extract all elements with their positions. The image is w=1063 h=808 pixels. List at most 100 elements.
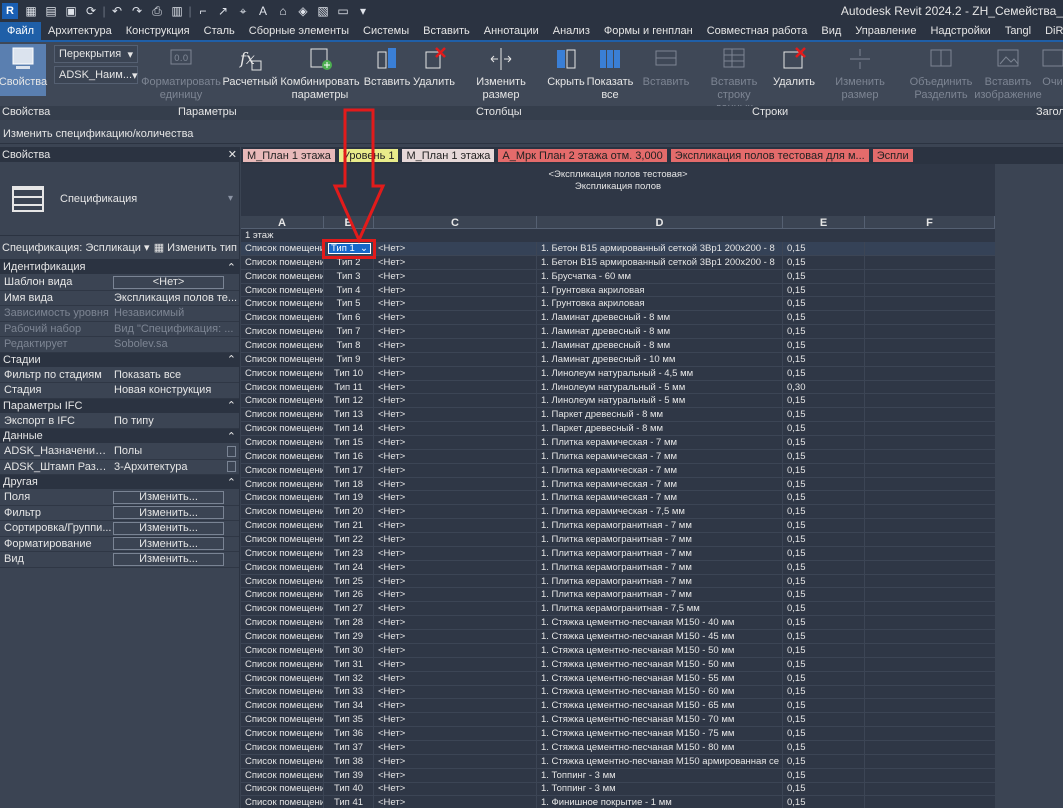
table-cell[interactable]: Тип 11 <box>324 380 374 394</box>
table-row[interactable]: Список помещени Тип 38 <Нет> 1. Стяжка цеме… <box>241 754 995 769</box>
table-row[interactable]: Список помещени Тип 32 <Нет> 1. Стяжка цеме… <box>241 671 995 686</box>
resize-row-button[interactable]: Изменить размер <box>816 44 904 102</box>
table-cell[interactable]: <Нет> <box>374 269 537 283</box>
table-cell[interactable]: 1. Плитка керамогранитная - 7 мм <box>537 560 783 574</box>
table-cell[interactable] <box>865 408 995 421</box>
property-group-header[interactable]: Идентификация ⌃ <box>0 260 239 275</box>
table-cell[interactable]: 0,15 <box>783 297 865 311</box>
table-cell[interactable]: 0,15 <box>783 463 865 477</box>
menu-0[interactable]: Файл <box>0 22 42 40</box>
table-cell[interactable]: 1. Плитка керамогранитная - 7 мм <box>537 533 783 546</box>
clear-cell-button[interactable]: Очи <box>1042 44 1063 89</box>
table-cell[interactable]: <Нет> <box>374 546 537 560</box>
table-cell[interactable] <box>865 602 995 615</box>
property-group-header[interactable]: Другая ⌃ <box>0 475 239 490</box>
table-cell[interactable]: 1. Ламинат древесный - 8 мм <box>537 311 783 325</box>
table-cell[interactable]: Список помещени <box>241 740 324 754</box>
table-cell[interactable]: 1. Плитка керамогранитная - 7,5 мм <box>537 602 783 616</box>
table-cell[interactable]: 1. Стяжка цементно-песчаная М150 - 45 мм <box>537 630 783 643</box>
table-cell[interactable]: <Нет> <box>374 505 537 519</box>
table-cell[interactable]: Список помещени <box>241 671 324 685</box>
revit-logo[interactable]: R <box>2 3 18 19</box>
property-edit-button[interactable]: Изменить... <box>113 521 224 535</box>
table-cell[interactable]: Список помещени <box>241 242 324 255</box>
menu-2[interactable]: Конструкция <box>119 22 197 40</box>
table-cell[interactable]: <Нет> <box>374 643 537 657</box>
table-cell[interactable]: Список помещени <box>241 380 324 394</box>
table-cell[interactable]: 1. Финишное покрытие - 1 мм <box>537 796 783 808</box>
table-cell[interactable] <box>865 630 995 643</box>
thin-lines-icon[interactable]: ▧ <box>313 0 333 22</box>
table-cell[interactable]: 0,15 <box>783 630 865 643</box>
table-cell[interactable]: <Нет> <box>374 796 537 808</box>
table-cell[interactable] <box>865 796 995 808</box>
table-cell[interactable]: Тип 23 <box>324 546 374 560</box>
table-cell[interactable]: 0,15 <box>783 339 865 352</box>
table-cell[interactable] <box>865 588 995 601</box>
menu-4[interactable]: Сборные элементы <box>242 22 356 40</box>
collapse-icon[interactable]: ⌃ <box>227 353 236 366</box>
table-cell[interactable]: Список помещени <box>241 325 324 339</box>
table-cell[interactable] <box>865 297 995 310</box>
table-cell[interactable]: Тип 15 <box>324 436 374 449</box>
table-cell[interactable]: 0,15 <box>783 699 865 713</box>
combine-parameters-button[interactable]: Комбинировать параметры <box>280 44 360 102</box>
table-cell[interactable] <box>865 339 995 352</box>
table-cell[interactable]: 1. Стяжка цементно-песчаная М150 - 65 мм <box>537 699 783 713</box>
table-row[interactable]: Список помещени Тип 9 <Нет> 1. Ламинат древ… <box>241 352 995 367</box>
table-cell[interactable]: Список помещени <box>241 394 324 408</box>
table-cell[interactable]: 0,15 <box>783 657 865 671</box>
properties-button[interactable]: Свойства <box>0 44 47 96</box>
table-cell[interactable]: 1. Плитка керамогранитная - 7 мм <box>537 519 783 533</box>
table-cell[interactable] <box>865 741 995 754</box>
table-row[interactable]: Список помещени Тип 35 <Нет> 1. Стяжка цеме… <box>241 713 995 728</box>
table-row[interactable]: Список помещени Тип 6 <Нет> 1. Ламинат древ… <box>241 311 995 326</box>
table-cell[interactable]: 1. Стяжка цементно-песчаная М150 - 50 мм <box>537 643 783 657</box>
customize-icon[interactable]: ▾ <box>353 0 373 22</box>
table-cell[interactable]: 0,30 <box>783 380 865 394</box>
table-row[interactable]: Список помещени Тип 34 <Нет> 1. Стяжка цеме… <box>241 699 995 714</box>
table-cell[interactable]: 1. Плитка керамогранитная - 7 мм <box>537 574 783 588</box>
table-cell[interactable]: Список помещени <box>241 782 324 796</box>
category-select[interactable]: Перекрытия ▾ <box>54 45 138 63</box>
table-row[interactable]: Список помещени Тип 24 <Нет> 1. Плитка кера… <box>241 560 995 575</box>
calculated-button[interactable]: fx Расчетный <box>222 44 278 89</box>
table-cell[interactable]: 1. Стяжка цементно-песчаная М150 - 80 мм <box>537 740 783 754</box>
parameter-select[interactable]: ADSK_Наим... ▾ <box>54 66 138 84</box>
table-row[interactable]: Список помещени Тип 16 <Нет> 1. Плитка кера… <box>241 449 995 464</box>
column-header-e[interactable]: E <box>783 216 865 229</box>
menu-13[interactable]: Надстройки <box>923 22 997 40</box>
table-cell[interactable]: 0,15 <box>783 422 865 436</box>
table-cell[interactable]: Тип 34 <box>324 699 374 713</box>
open-icon[interactable]: ▤ <box>41 0 61 22</box>
table-cell[interactable]: 0,15 <box>783 574 865 588</box>
delete-column-button[interactable]: Удалить <box>412 44 456 89</box>
table-cell[interactable]: <Нет> <box>374 380 537 394</box>
table-cell[interactable] <box>865 575 995 588</box>
table-cell[interactable]: Тип 31 <box>324 657 374 671</box>
property-edit-button[interactable]: Изменить... <box>113 490 224 504</box>
column-header-c[interactable]: C <box>374 216 537 229</box>
table-cell[interactable]: 0,15 <box>783 533 865 546</box>
table-cell[interactable]: 0,15 <box>783 449 865 463</box>
table-cell[interactable]: <Нет> <box>374 713 537 727</box>
table-cell[interactable]: Список помещени <box>241 602 324 616</box>
table-cell[interactable]: Список помещени <box>241 311 324 325</box>
table-row[interactable]: Список помещени Тип 3 <Нет> 1. Брусчатка - … <box>241 269 995 284</box>
table-cell[interactable]: 0,15 <box>783 491 865 505</box>
table-cell[interactable]: 1. Плитка керамическая - 7 мм <box>537 436 783 449</box>
show-all-button[interactable]: Показать все <box>587 44 633 102</box>
table-row[interactable]: Список помещени Тип 29 <Нет> 1. Стяжка цеме… <box>241 630 995 644</box>
table-row[interactable]: Список помещени Тип 4 <Нет> 1. Грунтовка ак… <box>241 283 995 298</box>
table-row[interactable]: Список помещени Тип 22 <Нет> 1. Плитка кера… <box>241 533 995 547</box>
table-row[interactable]: Список помещени Тип 25 <Нет> 1. Плитка кера… <box>241 574 995 589</box>
table-cell[interactable]: 1. Плитка керамическая - 7 мм <box>537 491 783 505</box>
section-icon[interactable]: ◈ <box>293 0 313 22</box>
save-icon[interactable]: ▣ <box>61 0 81 22</box>
table-cell[interactable]: <Нет> <box>374 255 537 269</box>
table-cell[interactable] <box>865 561 995 574</box>
menu-8[interactable]: Анализ <box>546 22 597 40</box>
table-cell[interactable]: 0,15 <box>783 713 865 727</box>
table-cell[interactable] <box>865 727 995 740</box>
table-row[interactable]: Список помещени Тип 7 <Нет> 1. Ламинат древ… <box>241 325 995 340</box>
